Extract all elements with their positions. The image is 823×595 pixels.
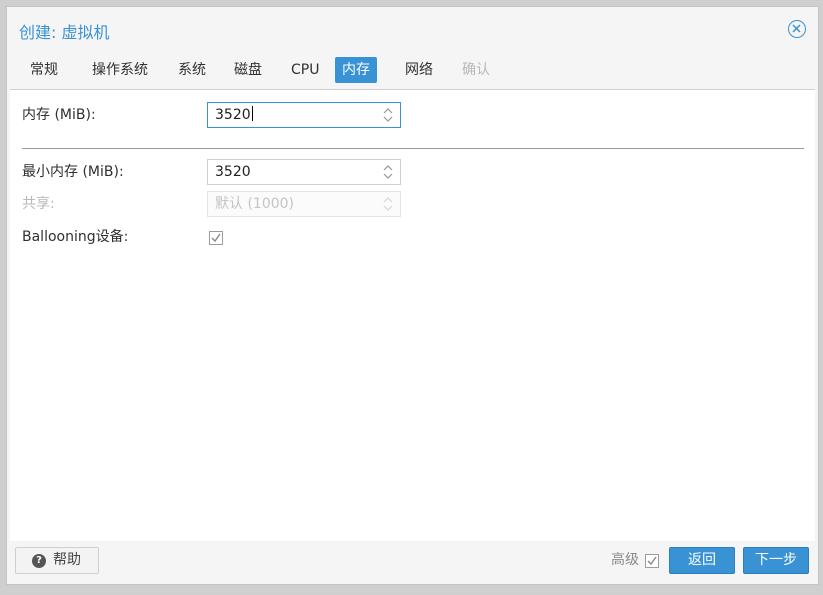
help-button-label: 帮助 [53,552,81,568]
tab-general[interactable]: 常规 [23,57,65,83]
question-circle-icon: ? [32,554,46,568]
tab-disk[interactable]: 磁盘 [227,57,269,83]
tab-cpu[interactable]: CPU [284,57,326,83]
shares-spinner-icon [382,195,394,213]
ballooning-label: Ballooning设备: [22,229,129,245]
advanced-label: 高级 [611,552,639,568]
shares-placeholder: 默认 (1000) [215,196,295,212]
memory-panel: 内存 (MiB): 3520 最小内存 (MiB): 3520 共享: 默认 (… [10,89,815,541]
min-memory-spinner-icon[interactable] [382,163,394,181]
next-button[interactable]: 下一步 [743,547,809,574]
tab-system[interactable]: 系统 [171,57,213,83]
ballooning-checkbox[interactable] [209,231,223,245]
min-memory-label: 最小内存 (MiB): [22,164,124,180]
tab-os[interactable]: 操作系统 [85,57,155,83]
dialog-title: 创建: 虚拟机 [19,23,110,42]
tab-confirm: 确认 [462,62,490,78]
advanced-checkbox[interactable] [645,554,659,568]
back-button[interactable]: 返回 [669,547,735,574]
memory-label: 内存 (MiB): [22,107,96,123]
wizard-tabs: 常规 操作系统 系统 磁盘 CPU 内存 网络 确认 [15,57,805,85]
memory-input[interactable]: 3520 [207,102,401,128]
dialog-titlebar: 创建: 虚拟机 [7,7,818,51]
memory-spinner-icon[interactable] [382,106,394,124]
min-memory-value: 3520 [215,164,251,180]
dialog-footer: ? 帮助 高级 返回 下一步 [7,541,818,585]
shares-input: 默认 (1000) [207,191,401,217]
text-cursor [251,106,253,121]
memory-value: 3520 [215,107,251,123]
tab-memory[interactable]: 内存 [335,57,377,83]
section-divider [22,148,804,149]
create-vm-dialog: 创建: 虚拟机 常规 操作系统 系统 磁盘 CPU 内存 网络 确认 内存 (M… [6,6,819,585]
tab-network[interactable]: 网络 [398,57,440,83]
help-button[interactable]: ? 帮助 [15,547,99,574]
close-icon[interactable] [788,20,806,38]
shares-label: 共享: [22,196,55,212]
min-memory-input[interactable]: 3520 [207,159,401,185]
